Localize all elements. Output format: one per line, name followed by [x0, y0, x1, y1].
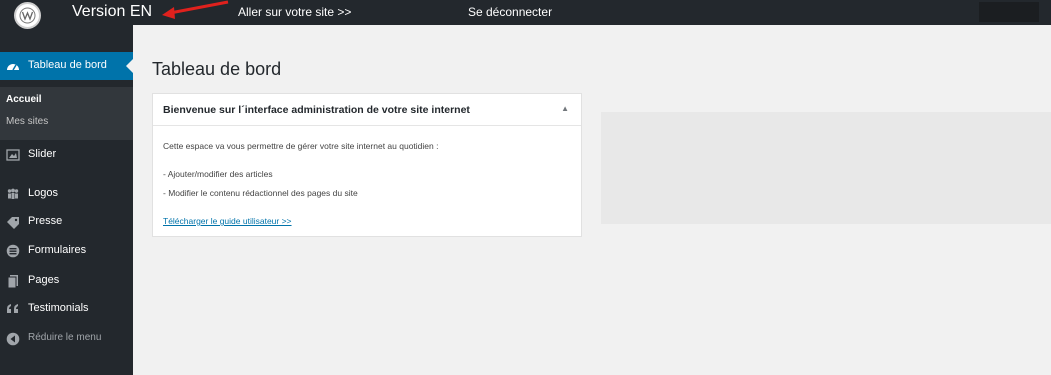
welcome-intro-text: Cette espace va vous permettre de gérer …	[163, 141, 439, 151]
logout-link[interactable]: Se déconnecter	[468, 5, 552, 19]
sidebar-item-label: Logos	[28, 187, 58, 199]
pages-icon	[7, 275, 18, 288]
sidebar-item-slider[interactable]: Slider	[0, 141, 133, 169]
page-title: Tableau de bord	[152, 59, 282, 79]
account-area[interactable]	[979, 2, 1039, 22]
quote-icon	[7, 304, 18, 313]
collapse-menu-label: Réduire le menu	[28, 332, 102, 343]
sidebar-item-label: Pages	[28, 274, 60, 286]
welcome-widget: Bienvenue sur l´interface administration…	[152, 93, 582, 237]
visit-site-link[interactable]: Aller sur votre site >>	[238, 5, 351, 19]
sidebar-item-label: Formulaires	[28, 244, 87, 256]
collapse-arrow-icon	[6, 332, 20, 346]
slider-icon	[6, 149, 20, 161]
version-link[interactable]: Version EN	[72, 3, 152, 21]
sidebar-item-formulaires[interactable]: Formulaires	[0, 237, 133, 265]
empty-widget-area	[601, 112, 1051, 224]
sidebar-item-dashboard[interactable]: Tableau de bord	[0, 52, 133, 80]
dashboard-icon	[7, 64, 19, 71]
welcome-bullet-pages: - Modifier le contenu rédactionnel des p…	[163, 188, 358, 198]
sidebar-item-label: Testimonials	[28, 302, 89, 314]
sidebar-item-label: Presse	[28, 215, 63, 227]
sidebar-item-presse[interactable]: Presse	[0, 208, 133, 236]
welcome-widget-header[interactable]: Bienvenue sur l´interface administration…	[153, 94, 581, 126]
red-arrow-annotation-icon	[162, 0, 229, 19]
sidebar-item-pages[interactable]: Pages	[0, 267, 133, 295]
collapse-toggle-icon[interactable]: ▲	[561, 104, 569, 113]
welcome-bullet-articles: - Ajouter/modifier des articles	[163, 169, 273, 179]
form-icon	[6, 244, 20, 258]
sidebar-item-logos[interactable]: Logos	[0, 180, 133, 208]
welcome-widget-title: Bienvenue sur l´interface administration…	[163, 104, 470, 116]
submenu-item-mes-sites[interactable]: Mes sites	[6, 116, 48, 127]
tag-icon	[7, 217, 19, 229]
download-guide-link[interactable]: Télécharger le guide utilisateur >>	[163, 216, 292, 226]
collapse-menu-button[interactable]: Réduire le menu	[0, 325, 133, 353]
dashboard-submenu: Accueil Mes sites	[0, 87, 133, 140]
submenu-item-accueil[interactable]: Accueil	[6, 94, 42, 105]
sidebar-item-label: Slider	[28, 148, 57, 160]
admin-sidebar: Tableau de bord Accueil Mes sites Slider…	[0, 25, 133, 375]
sidebar-item-label: Tableau de bord	[28, 59, 107, 71]
sidebar-item-testimonials[interactable]: Testimonials	[0, 295, 133, 323]
admin-bar: Version EN Aller sur votre site >> Se dé…	[0, 0, 1051, 25]
site-logo-icon[interactable]	[14, 2, 41, 29]
groups-icon	[7, 188, 19, 199]
